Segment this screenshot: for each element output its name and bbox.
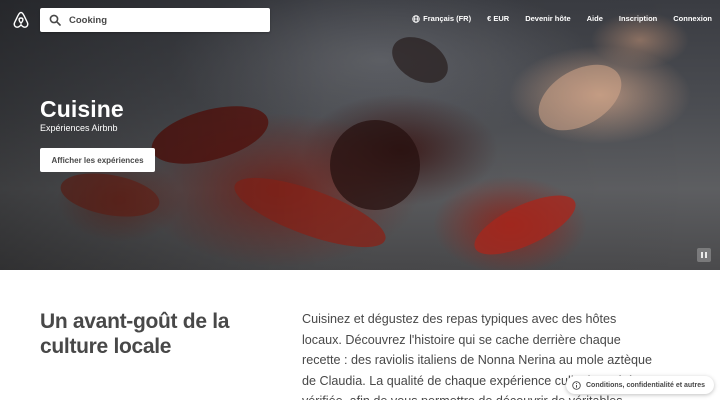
pause-icon-bar [705,252,707,258]
language-selector[interactable]: Français (FR) [412,14,471,23]
currency-selector[interactable]: € EUR [487,14,509,23]
signup-link[interactable]: Inscription [619,14,657,23]
hero-overlay [0,0,720,270]
hero-title: Cuisine [40,96,124,122]
legal-links-label: Conditions, confidentialité et autres [586,381,706,389]
pause-video-button[interactable] [697,248,711,262]
search-field[interactable]: Cooking [40,8,270,32]
airbnb-logo-icon[interactable] [13,11,29,29]
show-experiences-button[interactable]: Afficher les expériences [40,148,155,172]
globe-icon [412,14,420,23]
hero-banner [0,0,720,270]
search-input-value[interactable]: Cooking [69,15,107,26]
help-link[interactable]: Aide [587,14,603,23]
top-nav: Français (FR) € EUR Devenir hôte Aide In… [396,14,712,23]
pause-icon [701,252,703,258]
info-icon [572,380,581,390]
become-host-link[interactable]: Devenir hôte [525,14,570,23]
search-icon [49,14,61,26]
hero-subtitle: Expériences Airbnb [40,123,118,133]
legal-links-button[interactable]: Conditions, confidentialité et autres [566,376,714,394]
intro-heading: Un avant-goût de la culture locale [40,310,230,358]
login-link[interactable]: Connexion [673,14,712,23]
language-label: Français (FR) [423,14,472,23]
